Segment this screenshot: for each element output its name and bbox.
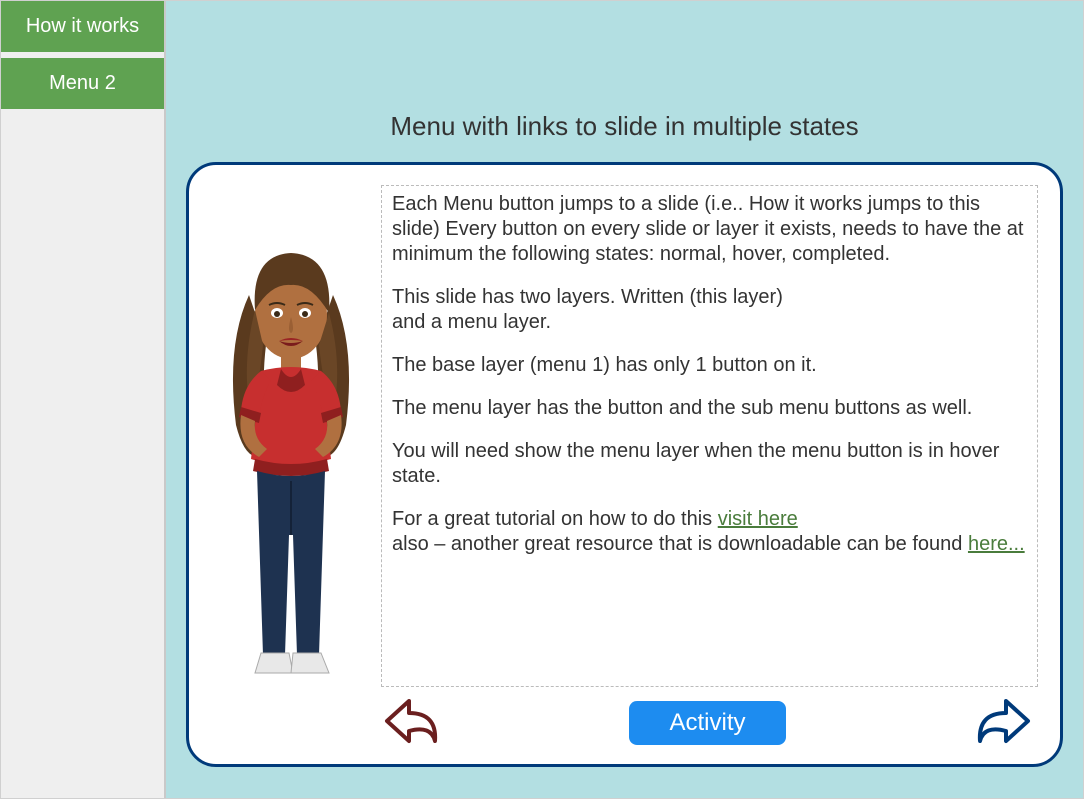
sidebar-item-label: Menu 2 — [49, 72, 116, 94]
footer-nav: Activity — [211, 695, 1038, 754]
tutorial-link[interactable]: visit here — [718, 508, 798, 530]
paragraph: You will need show the menu layer when t… — [392, 439, 1027, 489]
paragraph: Each Menu button jumps to a slide (i.e..… — [392, 192, 1027, 267]
sidebar-item-label: How it works — [26, 15, 139, 37]
next-button[interactable] — [974, 695, 1034, 750]
app-root: How it works Menu 2 Menu with links to s… — [1, 1, 1083, 798]
paragraph: For a great tutorial on how to do this v… — [392, 507, 1027, 532]
back-button[interactable] — [381, 695, 441, 750]
avatar — [211, 185, 371, 695]
main-area: Menu with links to slide in multiple sta… — [166, 1, 1083, 798]
content-panel: Each Menu button jumps to a slide (i.e..… — [186, 162, 1063, 767]
arrow-right-icon — [974, 695, 1034, 750]
activity-button[interactable]: Activity — [629, 701, 785, 745]
instructions-text-box[interactable]: Each Menu button jumps to a slide (i.e..… — [381, 185, 1038, 687]
sidebar: How it works Menu 2 — [1, 1, 166, 798]
text-fragment: For a great tutorial on how to do this — [392, 508, 718, 530]
paragraph: This slide has two layers. Written (this… — [392, 285, 1027, 310]
text-fragment: also – another great resource that is do… — [392, 533, 968, 555]
woman-avatar-icon — [211, 235, 371, 695]
paragraph: also – another great resource that is do… — [392, 532, 1027, 557]
page-title: Menu with links to slide in multiple sta… — [166, 111, 1083, 142]
paragraph: The menu layer has the button and the su… — [392, 396, 1027, 421]
panel-body: Each Menu button jumps to a slide (i.e..… — [211, 185, 1038, 695]
sidebar-item-how-it-works[interactable]: How it works — [1, 1, 164, 52]
resource-link[interactable]: here... — [968, 533, 1025, 555]
paragraph: The base layer (menu 1) has only 1 butto… — [392, 353, 1027, 378]
arrow-left-icon — [381, 695, 441, 750]
paragraph: and a menu layer. — [392, 310, 1027, 335]
sidebar-item-menu-2[interactable]: Menu 2 — [1, 58, 164, 109]
